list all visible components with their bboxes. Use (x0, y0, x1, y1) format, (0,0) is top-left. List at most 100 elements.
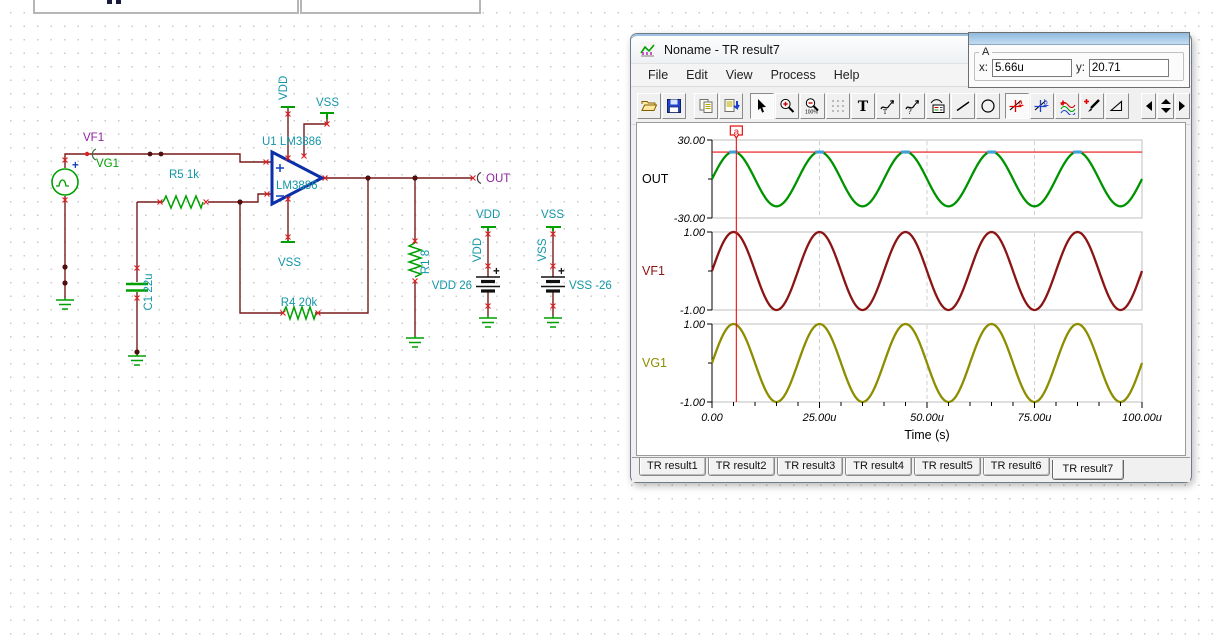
tab-tr-result7[interactable]: TR result7 (1051, 460, 1125, 480)
vss-source-label[interactable]: VSS -26 (569, 280, 612, 292)
vss-rail-label: VSS (541, 209, 564, 221)
open-icon (641, 100, 658, 111)
vf1-label[interactable]: VF1 (83, 132, 104, 144)
cursor-b-button[interactable]: b (1029, 92, 1055, 119)
corner-marker-button[interactable] (1105, 92, 1130, 119)
x-tick-label: 100.00u (1122, 412, 1162, 424)
c1-label[interactable]: C1 22u (143, 273, 155, 310)
result-tabbar: TR result1 TR result2 TR result3 TR resu… (632, 457, 1190, 482)
text-button[interactable]: T (850, 92, 875, 119)
vf1-probe-dot[interactable] (84, 151, 90, 157)
menu-help[interactable]: Help (825, 66, 869, 84)
cursor-a-flag-label: a (734, 127, 740, 138)
annotate-query-button[interactable]: ? (900, 92, 925, 119)
waveform-chart[interactable]: 30.00 -30.00 OUT 1.00 -1.00 VF1 1.00 -1.00 VG1 0.… (637, 123, 1185, 455)
legend-button[interactable] (925, 92, 950, 119)
nav-left-icon (1145, 100, 1152, 111)
out-label[interactable]: OUT (486, 173, 510, 185)
zoom-out-100-icon: 100% (805, 97, 820, 115)
trace-picker-button[interactable] (1080, 92, 1105, 119)
nav-left-button[interactable] (1141, 92, 1157, 119)
corner-marker-icon (1109, 99, 1123, 111)
svg-text:?: ? (908, 108, 912, 115)
tab-tr-result5[interactable]: TR result5 (914, 458, 981, 476)
rail-bars[interactable] (281, 106, 561, 243)
vdd-plus-sign: + (493, 266, 500, 278)
cursor-y-input[interactable] (1088, 59, 1169, 77)
tab-tr-result2[interactable]: TR result2 (707, 458, 775, 476)
r1-label[interactable]: R1 8 (420, 250, 432, 274)
cursor-x-input[interactable] (991, 59, 1072, 77)
vg1-label[interactable]: VG1 (96, 158, 119, 170)
grid-button[interactable] (825, 92, 850, 119)
y-tick-label: -1.00 (680, 397, 706, 409)
vdd-source-label[interactable]: VDD 26 (432, 280, 472, 292)
x-tick-label: 0.00 (701, 412, 723, 424)
tab-tr-result6[interactable]: TR result6 (982, 458, 1050, 476)
cursor-panel-header[interactable] (969, 33, 1189, 45)
series-label-VF1: VF1 (642, 264, 665, 278)
open-button[interactable] (637, 92, 662, 119)
copy-special-button[interactable] (718, 92, 743, 119)
y-tick-label: 30.00 (677, 135, 705, 147)
chart-area[interactable]: 30.00 -30.00 OUT 1.00 -1.00 VF1 1.00 -1.00 VG1 0.… (636, 122, 1186, 456)
add-curve-button[interactable] (1055, 92, 1080, 119)
x-axis-title: Time (s) (904, 428, 949, 442)
vdd-wire-label: VDD (472, 238, 484, 262)
line-button[interactable] (951, 92, 976, 119)
menu-file[interactable]: File (639, 66, 677, 84)
tab-tr-result1[interactable]: TR result1 (639, 458, 706, 476)
zoom-in-button[interactable] (775, 92, 800, 119)
tab-tr-result3[interactable]: TR result3 (776, 458, 844, 476)
opamp-u1-lm3886[interactable]: LM3886 (270, 149, 326, 207)
menu-view[interactable]: View (717, 66, 762, 84)
trace-picker-icon (1084, 98, 1101, 112)
cursor-x-label: x: (979, 62, 988, 74)
menu-process[interactable]: Process (762, 66, 825, 84)
vss-plus-sign: + (558, 266, 565, 278)
y-tick-label: 1.00 (684, 319, 706, 331)
cursor-y-label: y: (1075, 62, 1085, 74)
cursor-coordinates-panel: A x: y: (968, 32, 1190, 88)
grid-icon (831, 99, 844, 112)
x-tick-label: 50.00u (910, 412, 944, 424)
save-icon (667, 98, 682, 113)
svg-text:T: T (857, 99, 868, 115)
copy-special-icon (724, 98, 740, 112)
battery-vdd[interactable] (476, 276, 500, 293)
y-tick-label: 1.00 (684, 227, 706, 239)
schematic-canvas[interactable]: + LM3886 VF1 VG1 R5 1k C1 22u U1 LM3886 … (0, 0, 630, 520)
resistor-r5[interactable] (162, 194, 204, 211)
vdd-rail-label: VDD (476, 209, 500, 221)
window-title: Noname - TR result7 (664, 42, 780, 57)
svg-text:100%: 100% (805, 109, 818, 115)
r4-label[interactable]: R4 20k (281, 297, 318, 309)
tr-result-window: Noname - TR result7 File Edit View Proce… (630, 32, 1192, 483)
annotate-time-icon: T (880, 99, 894, 115)
text-icon: T (857, 99, 868, 115)
battery-vss[interactable] (541, 276, 565, 293)
nav-right-button[interactable] (1175, 92, 1190, 119)
legend-icon (930, 98, 945, 113)
opamp-vss-bottom-label: VSS (278, 257, 301, 269)
y-tick-label: -30.00 (674, 213, 706, 225)
out-pin-curve (476, 171, 482, 185)
pointer-icon (758, 98, 767, 113)
copy-button[interactable] (693, 92, 718, 119)
zoom-out-100-button[interactable]: 100% (800, 92, 825, 119)
series-label-VG1: VG1 (642, 356, 667, 370)
nav-spinner-button[interactable] (1157, 92, 1175, 119)
cursor-a-button[interactable]: a (1004, 92, 1029, 119)
u1-label[interactable]: U1 LM3886 (262, 136, 321, 148)
annotate-time-button[interactable]: T (875, 92, 900, 119)
pointer-button[interactable] (750, 92, 775, 119)
ellipse-button[interactable] (976, 92, 1001, 119)
zoom-in-icon (780, 98, 795, 113)
menu-edit[interactable]: Edit (677, 66, 717, 84)
cursor-b-icon: b (1034, 97, 1049, 112)
copy-icon (699, 98, 713, 113)
tab-tr-result4[interactable]: TR result4 (845, 458, 912, 476)
x-tick-label: 75.00u (1018, 412, 1052, 424)
save-button[interactable] (662, 92, 687, 119)
r5-label[interactable]: R5 1k (169, 169, 199, 181)
